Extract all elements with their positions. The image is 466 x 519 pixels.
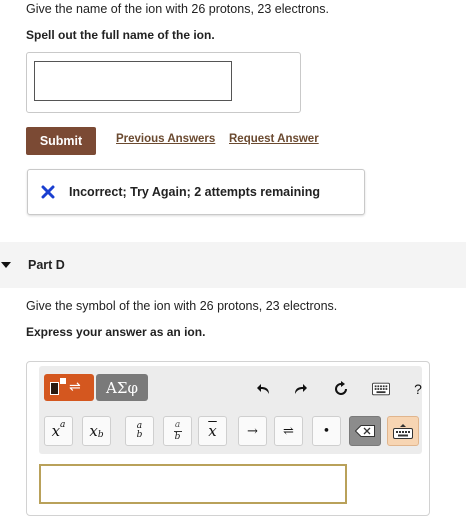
- answer-panel: [26, 52, 301, 113]
- greek-symbols-button[interactable]: ΑΣφ: [96, 374, 148, 401]
- keyboard-icon: [393, 424, 413, 439]
- submit-button[interactable]: Submit: [26, 127, 96, 155]
- dot-button[interactable]: •: [312, 416, 341, 446]
- part-d-header[interactable]: Part D: [0, 242, 466, 288]
- question-text: Give the symbol of the ion with 26 proto…: [26, 299, 338, 313]
- redo-icon[interactable]: [291, 380, 309, 398]
- part-title: Part D: [28, 258, 65, 272]
- reset-icon[interactable]: [332, 380, 350, 398]
- equation-editor: ⇌ ΑΣφ ? xa xb a b a b x → ⇌ •: [26, 361, 430, 516]
- answer-input[interactable]: [34, 61, 232, 101]
- feedback-text: Incorrect; Try Again; 2 attempts remaini…: [69, 185, 320, 199]
- superscript-button[interactable]: xa: [44, 416, 73, 446]
- question-instruction: Spell out the full name of the ion.: [26, 28, 215, 42]
- question-text: Give the name of the ion with 26 protons…: [26, 2, 329, 16]
- template-icon: [50, 382, 59, 395]
- backspace-button[interactable]: [349, 416, 381, 446]
- backspace-icon: [355, 425, 375, 437]
- feedback-box: Incorrect; Try Again; 2 attempts remaini…: [27, 169, 365, 215]
- fraction-button[interactable]: a b: [125, 416, 154, 446]
- reaction-arrow-button[interactable]: →: [238, 416, 267, 446]
- editor-toolbar: ⇌ ΑΣφ ? xa xb a b a b x → ⇌ •: [39, 366, 422, 454]
- keyboard-icon[interactable]: [372, 380, 390, 398]
- equilibrium-arrow-button[interactable]: ⇌: [274, 416, 303, 446]
- help-icon[interactable]: ?: [409, 380, 427, 398]
- virtual-keyboard-button[interactable]: [387, 416, 419, 446]
- close-icon: [41, 185, 55, 199]
- overbar-button[interactable]: x: [198, 416, 227, 446]
- stacked-fraction-button[interactable]: a b: [163, 416, 192, 446]
- question-instruction: Express your answer as an ion.: [26, 325, 206, 339]
- request-answer-link[interactable]: Request Answer: [229, 133, 319, 145]
- caret-down-icon[interactable]: [1, 262, 11, 268]
- answer-input[interactable]: [39, 464, 347, 504]
- templates-button[interactable]: ⇌: [44, 374, 94, 401]
- previous-answers-link[interactable]: Previous Answers: [116, 133, 215, 145]
- undo-icon[interactable]: [255, 380, 273, 398]
- subscript-button[interactable]: xb: [82, 416, 111, 446]
